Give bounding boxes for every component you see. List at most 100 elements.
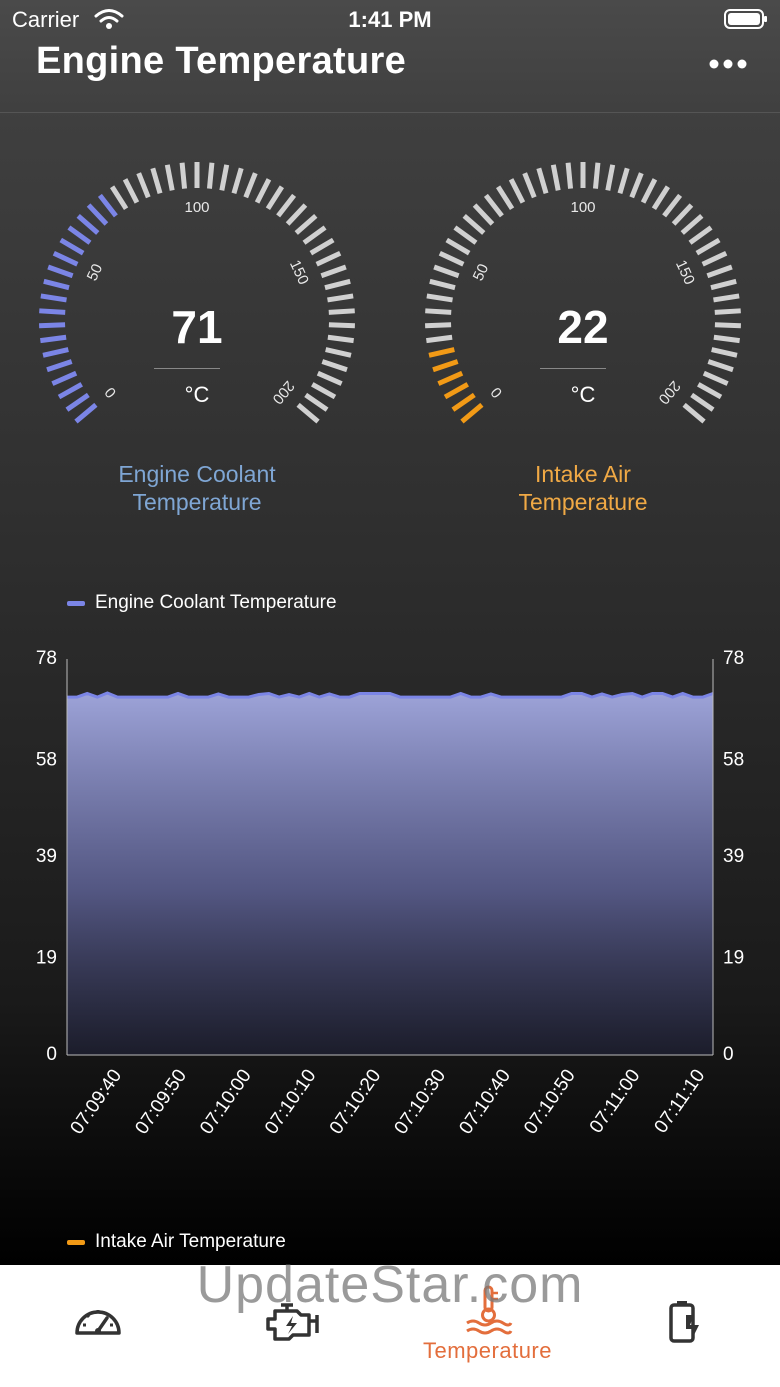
gauge-tick [309,237,335,256]
gauge-tick-active [67,225,92,245]
y-tick-label-right: 39 [723,846,744,867]
gauge-tick [136,172,151,199]
gauge-divider [154,368,220,369]
gauge-tick [164,164,175,191]
tab-temperature[interactable]: Temperature [405,1265,570,1387]
gauge-tick [179,162,188,189]
gauge-tick-label: 100 [570,199,595,216]
x-tick-label: 07:10:40 [455,1066,515,1139]
engine-coolant-value: 71 [171,301,223,353]
gauge-tick-active [76,213,100,235]
x-tick-label: 07:10:30 [391,1066,451,1139]
gauge-tick [662,193,683,218]
y-tick-label-left: 58 [36,750,57,771]
gauge-tick [671,203,694,226]
intake-air-label-line1: Intake Air [535,461,631,487]
x-tick-label: 07:10:20 [326,1066,386,1139]
gauge-tick [445,237,471,256]
gauge-tick [629,172,644,199]
tab-battery[interactable] [620,1265,755,1387]
coolant-legend-swatch [67,600,85,606]
gauge-divider [540,368,606,369]
tab-dashboard[interactable] [30,1265,165,1387]
gauge-tick [453,225,478,245]
gauge-tick [231,167,244,194]
gauge-tick [324,278,351,291]
engine-coolant-unit: °C [184,382,210,407]
intake-legend: Intake Air Temperature [67,1231,286,1253]
gauge-tick [550,164,561,191]
gauge-tick-active [59,237,85,256]
engine-coolant-label-line1: Engine Coolant [118,461,276,487]
coolant-temperature-chart: 0 019 1939 3958 5878 7807:09:40 07:09:50 07:10:… [36,648,744,1139]
gauge-tick [707,359,734,373]
engine-coolant-label-line2: Temperature [132,489,262,515]
intake-legend-swatch [67,1239,85,1245]
gauge-tick [522,172,537,199]
x-tick-label: 07:09:40 [67,1066,127,1139]
battery-icon [724,9,767,29]
gauge-tick-active [52,250,79,267]
gauge-tick [150,167,163,194]
gauge-tick [302,225,327,245]
more-options-icon[interactable] [706,48,750,78]
y-tick-label-left: 0 [46,1044,57,1065]
y-tick-label-right: 58 [723,750,744,771]
gauge-tick [321,359,348,373]
gauge-tick [109,185,129,211]
gauge-tick [617,167,630,194]
gauge-tick [565,162,574,189]
x-tick-label: 07:10:50 [520,1066,580,1139]
y-tick-label-left: 78 [36,648,57,669]
y-tick-label-right: 0 [723,1044,734,1065]
coolant-area [67,693,713,1055]
gauge-tick [592,162,601,189]
gauge-tick [276,193,297,218]
gauge-tick [536,167,549,194]
gauge-tick [688,225,713,245]
engine-coolant-label: Engine Coolant Temperature [17,460,377,516]
gauge-tick [243,172,258,199]
gauge-tick [695,237,721,256]
x-tick-label: 07:10:00 [196,1066,256,1139]
gauge-tick [438,250,465,267]
gauge-tick [219,164,230,191]
gauge-tick-active [46,359,73,373]
x-tick-label: 07:11:10 [651,1066,710,1137]
gauge-tick [122,178,140,204]
gauge-tick-active [47,264,74,279]
gauge-tick [640,178,658,204]
gauge-tick [483,193,504,218]
gauge-tick [508,178,526,204]
gauge-tick [680,213,704,235]
y-tick-label-left: 19 [36,948,57,969]
tab-bar: Temperature [0,1265,780,1387]
engine-icon [266,1303,319,1341]
gauge-tick [701,250,728,267]
gauge-tick [605,164,616,191]
gauge-tick [706,264,733,279]
intake-air-value: 22 [557,301,609,353]
gauge-tick [206,162,215,189]
gauge-tick [710,278,737,291]
y-tick-label-left: 39 [36,846,57,867]
gauge-tick [472,203,495,226]
intake-air-unit: °C [570,382,596,407]
gauge-tick-label: 50 [84,261,106,283]
status-time: 1:41 PM [348,7,432,32]
tab-engine[interactable] [225,1265,360,1387]
gauge-tick-label: 100 [184,199,209,216]
coolant-legend: Engine Coolant Temperature [67,592,337,614]
gauge-tick [265,185,285,211]
engine-coolant-gauge: 0 50 100 150 200 71 °C [27,160,367,450]
page-title: Engine Temperature [36,40,406,82]
gauge-tick-active [97,193,118,218]
intake-air-label: Intake Air Temperature [403,460,763,516]
battery-charge-icon [669,1301,699,1343]
gauge-tick [429,278,456,291]
gauge-tick-active [432,359,459,373]
gauge-tick [433,264,460,279]
tab-temperature-label: Temperature [422,1338,552,1363]
intake-air-label-line2: Temperature [518,489,648,515]
x-tick-label: 07:09:50 [131,1066,191,1139]
